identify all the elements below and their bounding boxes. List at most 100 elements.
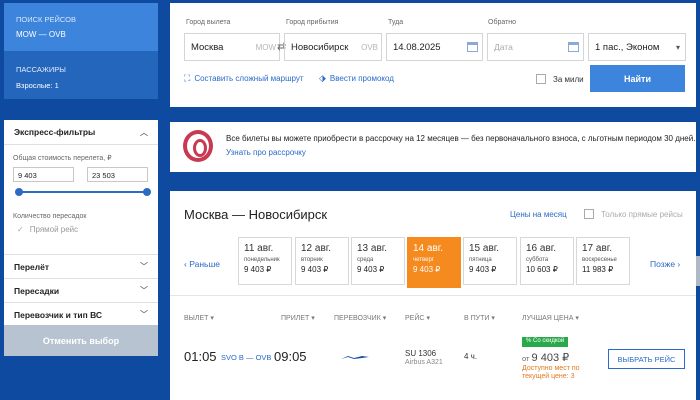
from-input[interactable]: Москва MOW	[184, 33, 280, 61]
date-tab[interactable]: 12 авг. вторник 9 403 ₽	[295, 237, 349, 285]
to-input[interactable]: Новосибирск OVB	[284, 33, 382, 61]
miles-checkbox[interactable]	[536, 74, 546, 84]
date-tab[interactable]: 15 авг. пятница 9 403 ₽	[463, 237, 517, 285]
filters-panel: Экспресс-фильтры ︿ Общая стоимость перел…	[4, 120, 158, 325]
date-tab-weekday: воскресенье	[582, 257, 617, 263]
from-code: MOW	[255, 42, 276, 52]
passengers-title: ПАССАЖИРЫ	[16, 65, 66, 74]
month-prices-link[interactable]: Цены на месяц	[510, 210, 567, 219]
column-arrival-label: ПРИЛЕТ	[281, 314, 310, 322]
sidebar: ПОИСК РЕЙСОВ MOW — OVB ПАССАЖИРЫ Взрослы…	[0, 0, 160, 400]
date-tab[interactable]: 17 авг. воскресенье 11 983 ₽	[576, 237, 630, 285]
sort-icon: ▾	[575, 315, 579, 322]
date-tab[interactable]: 16 авг. суббота 10 603 ₽	[520, 237, 574, 285]
date-tab-price: 9 403 ₽	[413, 265, 441, 274]
passengers-select[interactable]: 1 пас., Эконом ▾	[588, 33, 686, 61]
reset-filters-button[interactable]: Отменить выбор	[4, 325, 158, 356]
direct-only-label: Только прямые рейсы	[601, 209, 683, 219]
sort-icon: ▾	[210, 315, 214, 322]
sort-icon: ▾	[491, 315, 495, 322]
date-tab-date: 16 авг.	[526, 243, 556, 254]
to-code: OVB	[361, 42, 378, 52]
depart-date-value: 14.08.2025	[393, 41, 441, 53]
price-slider-max-handle[interactable]	[143, 188, 151, 196]
passengers-value: Взрослые: 1	[16, 81, 59, 90]
price-value: 9 403 ₽	[531, 352, 570, 364]
express-filters-header[interactable]: Экспресс-фильтры ︿	[4, 120, 158, 145]
column-departure[interactable]: ВЫЛЕТ ▾	[184, 314, 214, 323]
column-carrier-label: ПЕРЕВОЗЧИК	[334, 314, 381, 322]
calendar-icon[interactable]	[467, 42, 478, 52]
column-carrier[interactable]: ПЕРЕВОЗЧИК ▾	[334, 314, 386, 323]
passengers-summary[interactable]: ПАССАЖИРЫ Взрослые: 1	[4, 51, 158, 99]
date-tab[interactable]: 11 авг. понедельник 9 403 ₽	[238, 237, 292, 285]
date-tab-date: 12 авг.	[301, 243, 331, 254]
date-tab[interactable]: 13 авг. среда 9 403 ₽	[351, 237, 405, 285]
earlier-label: Раньше	[189, 259, 220, 269]
column-best-price[interactable]: ЛУЧШАЯ ЦЕНА ▾	[522, 314, 579, 323]
column-duration-label: В ПУТИ	[464, 314, 490, 322]
price-slider[interactable]	[15, 188, 151, 196]
find-button[interactable]: Найти	[590, 65, 685, 92]
miles-option[interactable]: За мили	[536, 74, 584, 84]
airport-codes[interactable]: SVO B — OVB	[221, 353, 271, 362]
later-button[interactable]: Позже ›	[650, 259, 680, 269]
complex-route-link[interactable]: ⛶ Составить сложный маршрут	[184, 73, 304, 84]
date-tab-date: 11 авг.	[244, 243, 274, 254]
depart-label: Туда	[388, 19, 404, 26]
date-tab-date: 14 авг.	[413, 243, 443, 254]
price-filter-label: Общая стоимость перелета, ₽	[13, 155, 112, 162]
return-date-input[interactable]: Дата	[487, 33, 584, 61]
scrollbar[interactable]	[696, 256, 700, 286]
flight-number: SU 1306	[405, 349, 437, 358]
column-arrival[interactable]: ПРИЛЕТ ▾	[281, 314, 315, 323]
calendar-icon[interactable]	[568, 42, 579, 52]
date-tab-selected[interactable]: 14 авг. четверг 9 403 ₽	[407, 237, 461, 288]
search-summary-title: ПОИСК РЕЙСОВ	[16, 15, 76, 24]
aeroflot-logo-icon	[341, 356, 369, 359]
filter-section-carrier[interactable]: Перевозчик и тип ВС ﹀	[4, 302, 158, 326]
column-duration[interactable]: В ПУТИ ▾	[464, 314, 495, 323]
direct-only-option[interactable]: Только прямые рейсы	[584, 209, 683, 219]
column-flight-label: РЕЙС	[405, 314, 425, 322]
promo-link[interactable]: ⬗ Ввести промокод	[319, 73, 394, 84]
date-tab-date: 15 авг.	[469, 243, 499, 254]
direct-only-checkbox[interactable]	[584, 209, 594, 219]
installment-link[interactable]: Узнать про рассрочку	[226, 148, 306, 157]
search-summary[interactable]: ПОИСК РЕЙСОВ MOW — OVB	[4, 3, 158, 51]
direct-flight-option[interactable]: ✓ Прямой рейс	[4, 220, 158, 234]
filter-section-transfers[interactable]: Пересадки ﹀	[4, 278, 158, 302]
column-best-price-label: ЛУЧШАЯ ЦЕНА	[522, 314, 574, 322]
price-max-input[interactable]: 23 503	[87, 167, 148, 182]
choose-flight-button[interactable]: ВЫБРАТЬ РЕЙС	[608, 349, 685, 369]
column-departure-label: ВЫЛЕТ	[184, 314, 209, 322]
price-slider-min-handle[interactable]	[15, 188, 23, 196]
return-date-placeholder: Дата	[494, 42, 513, 52]
from-value: Москва	[191, 41, 224, 53]
chevron-down-icon: ﹀	[140, 262, 148, 271]
earlier-button[interactable]: ‹ Раньше	[184, 259, 220, 269]
date-tab-date: 13 авг.	[357, 243, 387, 254]
date-tab-price: 9 403 ₽	[469, 265, 497, 274]
date-tab-price: 9 403 ₽	[244, 265, 272, 274]
discount-badge: % Со скидкой	[522, 337, 569, 347]
to-label: Город прибытия	[286, 19, 339, 26]
installment-banner: Все билеты вы можете приобрести в рассро…	[170, 122, 696, 172]
results-panel: Москва — Новосибирск Цены на месяц Тольк…	[170, 191, 696, 400]
filter-section-flight[interactable]: Перелёт ﹀	[4, 254, 158, 278]
express-filters-label: Экспресс-фильтры	[14, 127, 96, 137]
depart-date-input[interactable]: 14.08.2025	[386, 33, 483, 61]
later-label: Позже	[650, 259, 676, 269]
date-tab-weekday: понедельник	[244, 257, 280, 263]
filter-section-label: Перевозчик и тип ВС	[14, 309, 103, 320]
price-min-input[interactable]: 9 403	[13, 167, 74, 182]
results-title: Москва — Новосибирск	[184, 207, 328, 222]
date-tab-price: 9 403 ₽	[357, 265, 385, 274]
direct-flight-label: Прямой рейс	[29, 225, 79, 234]
date-tab-weekday: суббота	[526, 257, 549, 263]
arrival-time: 09:05	[274, 349, 307, 364]
seats-available: Доступно мест по текущей цене: 3	[522, 365, 580, 380]
date-tab-price: 10 603 ₽	[526, 265, 558, 274]
column-flight[interactable]: РЕЙС ▾	[405, 314, 430, 323]
sort-icon: ▾	[311, 315, 315, 322]
